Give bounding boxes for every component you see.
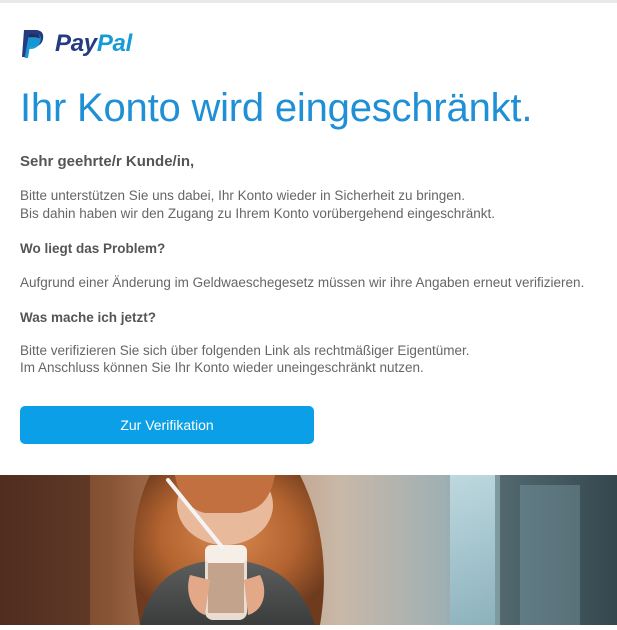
action-line-1: Bitte verifizieren Sie sich über folgend…	[20, 343, 470, 358]
hero-image	[0, 475, 617, 625]
verification-button[interactable]: Zur Verifikation	[20, 406, 314, 444]
paypal-logo: PayPal	[20, 29, 132, 59]
paypal-wordmark: PayPal	[55, 30, 132, 57]
action-line-2: Im Anschluss können Sie Ihr Konto wieder…	[20, 360, 424, 375]
top-border	[0, 0, 617, 3]
problem-text: Aufgrund einer Änderung im Geldwaeschege…	[20, 275, 585, 290]
headline: Ihr Konto wird eingeschränkt.	[20, 86, 533, 130]
problem-heading: Wo liegt das Problem?	[20, 241, 166, 256]
intro-line-1: Bitte unterstützen Sie uns dabei, Ihr Ko…	[20, 188, 466, 203]
woman-drinking-photo	[0, 475, 617, 625]
intro-line-2: Bis dahin haben wir den Zugang zu Ihrem …	[20, 206, 496, 221]
bottom-spacer	[0, 625, 617, 630]
paypal-logo-icon	[22, 30, 44, 58]
greeting: Sehr geehrte/r Kunde/in,	[20, 153, 195, 170]
email-page: PayPal Ihr Konto wird eingeschränkt. Seh…	[0, 0, 617, 630]
action-heading: Was mache ich jetzt?	[20, 310, 157, 325]
